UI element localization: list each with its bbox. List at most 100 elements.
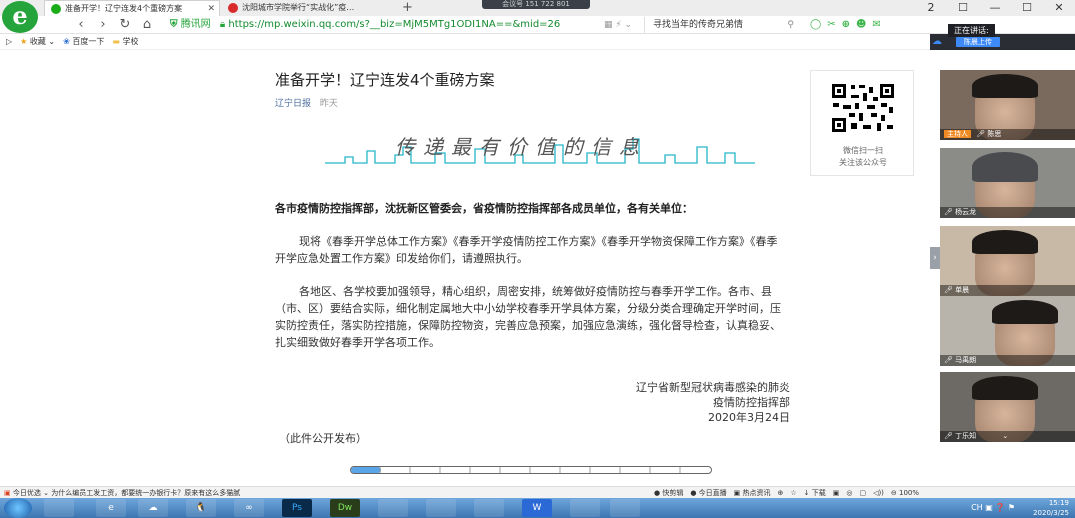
- minimize-button[interactable]: —: [979, 0, 1011, 16]
- taskbar-app-notes[interactable]: [378, 499, 408, 517]
- panel-collapse-button[interactable]: ›: [930, 247, 940, 269]
- system-tray[interactable]: CH ▣ ❓ ⚑: [971, 503, 1015, 512]
- status-bar: ▣ 今日优选 ⌄ 为什么编员工发工资，都要统一办银行卡？原来有这么多猫腻 ● 快…: [0, 486, 1075, 498]
- meeting-header: 正在讲话: ☁ 陈晨上传: [930, 24, 1075, 50]
- participant-hair: [992, 300, 1058, 324]
- url-input[interactable]: ⛨ 腾讯网 🔒︎ https://mp.weixin.qq.com/s?__bi…: [170, 17, 600, 33]
- taskbar-app-cloud[interactable]: ☁: [138, 499, 168, 517]
- screenshot-icon[interactable]: ✂: [827, 16, 835, 34]
- meeting-id-badge: 会议号 151 722 801: [482, 0, 590, 9]
- mic-icon: 🎤︎: [944, 356, 953, 364]
- participant-video[interactable]: 🎤︎ 单晨: [940, 226, 1075, 296]
- tab-count-icon[interactable]: 2: [915, 0, 947, 16]
- window-controls: 2 ☐ — ☐ ✕: [915, 0, 1075, 16]
- participant-list: 主持人 🎤︎ 陈思 🎤︎ 杨云龙 🎤︎ 单晨 🎤︎ 马禹朗 🎤︎ 丁乐知 ⌄: [940, 70, 1075, 480]
- participant-video[interactable]: 🎤︎ 杨云龙: [940, 148, 1075, 218]
- clock[interactable]: 15:19 2020/3/25: [1033, 498, 1069, 518]
- shield-icon: ⛨: [170, 19, 178, 30]
- paragraph-1: 现将《春季开学总体工作方案》《春季开学疫情防控工作方案》《春季开学物资保障工作方…: [275, 235, 778, 265]
- bookmark-favorites[interactable]: ★ 收藏 ⌄: [20, 34, 55, 50]
- search-icon[interactable]: ⚲: [787, 17, 794, 33]
- taskbar-app-meeting[interactable]: [610, 499, 640, 517]
- taskbar-app-chart[interactable]: [426, 499, 456, 517]
- mic-icon: 🎤︎: [944, 286, 953, 294]
- qr-caption-line-1: 微信扫一扫: [843, 146, 883, 155]
- skin-icon[interactable]: ☐: [947, 0, 979, 16]
- mic-icon: 🎤︎: [976, 130, 986, 138]
- participant-hair: [972, 230, 1038, 254]
- mic-icon: 🎤︎: [944, 208, 953, 216]
- close-window-button[interactable]: ✕: [1043, 0, 1075, 16]
- bookmark-baidu[interactable]: ❀ 百度一下: [63, 34, 104, 50]
- taskbar-app-qq[interactable]: 🐧: [186, 499, 216, 517]
- qr-card: 微信扫一扫 关注该公众号: [810, 70, 914, 176]
- taskbar-app-baidu[interactable]: ∞: [234, 499, 264, 517]
- today-picks-label: 今日优选: [12, 489, 41, 497]
- bookmarks-bar: ▷ ★ 收藏 ⌄ ❀ 百度一下 ▬ 学校: [0, 34, 930, 50]
- signature-date: 2020年3月24日: [708, 411, 790, 424]
- url-tools[interactable]: ▦ ⚡ ⌄: [604, 16, 632, 34]
- participant-video[interactable]: 主持人 🎤︎ 陈思: [940, 70, 1075, 140]
- lock-icon: 🔒︎: [219, 19, 226, 30]
- taskbar-app-browser[interactable]: e: [96, 499, 126, 517]
- forward-button[interactable]: ›: [92, 16, 114, 34]
- speaker-badge: 陈晨上传: [956, 37, 1000, 47]
- taskbar-app-dreamweaver[interactable]: Dw: [330, 499, 360, 517]
- participant-name-bar: 🎤︎ 单晨: [940, 285, 1075, 296]
- taskbar: e ☁ 🐧 ∞ Ps Dw W CH ▣ ❓ ⚑ 15:19 2020/3/25: [0, 498, 1075, 518]
- participant-hat: [972, 152, 1038, 182]
- speaking-label: 正在讲话:: [948, 24, 995, 37]
- participant-name-bar: 🎤︎ 丁乐知 ⌄: [940, 431, 1075, 442]
- nav-buttons: ‹ › ↻ ⌂: [70, 16, 158, 34]
- taskbar-app-photoshop[interactable]: Ps: [282, 499, 312, 517]
- participant-video[interactable]: 🎤︎ 丁乐知 ⌄: [940, 372, 1075, 442]
- chevron-down-icon: ⌄: [43, 489, 49, 497]
- taskbar-app-user[interactable]: [570, 499, 600, 517]
- user-icon[interactable]: ☻: [856, 16, 866, 34]
- article-title: 准备开学！辽宁连发4个重磅方案: [275, 71, 495, 89]
- bookmark-school[interactable]: ▬ 学校: [112, 34, 138, 50]
- clock-date: 2020/3/25: [1033, 509, 1069, 517]
- home-button[interactable]: ⌂: [136, 16, 158, 34]
- folder-icon: ▬: [112, 36, 120, 46]
- mail-icon[interactable]: ✉: [872, 16, 880, 34]
- translate-icon[interactable]: ⊕: [842, 16, 850, 34]
- gift-icon: ▣: [4, 489, 11, 497]
- clock-time: 15:19: [1048, 499, 1069, 507]
- new-tab-button[interactable]: +: [402, 0, 413, 15]
- signature-org-1: 辽宁省新型冠状病毒感染的肺炎: [636, 381, 790, 394]
- tab-title: 沈阳城市学院举行“实战化”疫…: [242, 3, 355, 12]
- article-source[interactable]: 辽宁日报: [275, 99, 311, 109]
- participant-hair: [972, 74, 1038, 98]
- site-name: 腾讯网: [180, 19, 211, 30]
- participant-name: 马禹朗: [955, 356, 977, 364]
- participant-name: 杨云龙: [955, 208, 977, 216]
- browser-logo-icon[interactable]: e: [2, 1, 38, 33]
- back-button[interactable]: ‹: [70, 16, 92, 34]
- extension-icon[interactable]: ◯: [810, 16, 821, 34]
- search-input[interactable]: 寻找当年的传奇兄弟情 ⚲: [644, 17, 800, 33]
- headline-link[interactable]: 为什么编员工发工资，都要统一办银行卡？原来有这么多猫腻: [51, 489, 240, 497]
- tab-city-college[interactable]: 沈阳城市学院举行“实战化”疫…: [222, 0, 392, 16]
- participant-name: 单晨: [955, 286, 970, 294]
- participant-video[interactable]: 🎤︎ 马禹朗: [940, 296, 1075, 366]
- banner-slogan: 传递最有价值的信息: [395, 135, 647, 159]
- mic-icon: 🎤︎: [944, 432, 953, 440]
- article-date: 昨天: [319, 99, 338, 109]
- chevron-down-icon[interactable]: ⌄: [1002, 432, 1008, 440]
- start-button[interactable]: [4, 498, 32, 518]
- sidebar-toggle-icon[interactable]: ▷: [6, 34, 12, 50]
- tab-article[interactable]: 准备开学！辽宁连发4个重磅方案 ✕: [44, 0, 220, 16]
- participant-name-bar: 🎤︎ 马禹朗: [940, 355, 1075, 366]
- refresh-button[interactable]: ↻: [114, 16, 136, 34]
- article-body: 各市疫情防控指挥部，沈抚新区管委会，省疫情防控指挥部各成员单位，各有关单位： 现…: [275, 200, 787, 367]
- maximize-button[interactable]: ☐: [1011, 0, 1043, 16]
- star-icon: ★: [20, 36, 28, 46]
- qr-caption-line-2: 关注该公众号: [839, 158, 887, 167]
- taskbar-app-photos[interactable]: [474, 499, 504, 517]
- close-icon[interactable]: ✕: [207, 1, 215, 16]
- taskbar-app-wps[interactable]: W: [522, 499, 552, 517]
- page-scroller[interactable]: [350, 466, 712, 474]
- taskbar-app-color[interactable]: [44, 499, 74, 517]
- wechat-icon: [51, 4, 61, 14]
